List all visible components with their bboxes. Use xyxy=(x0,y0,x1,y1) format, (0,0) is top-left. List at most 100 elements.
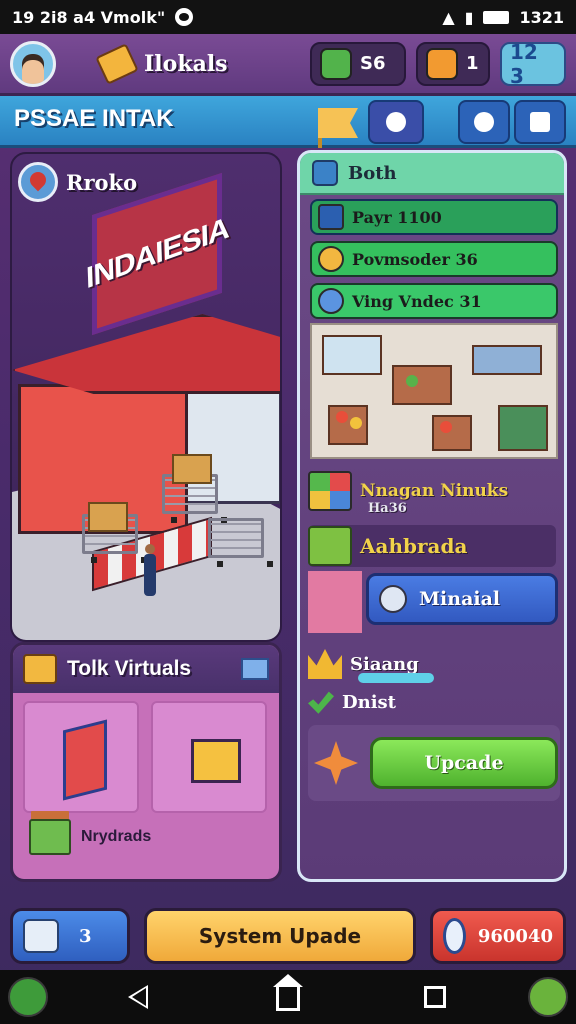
tag-icon xyxy=(95,42,139,85)
virtuals-panel: Tolk Virtuals Nrydrads xyxy=(10,642,282,882)
signal-icon: ▮ xyxy=(464,7,474,27)
tab-share[interactable] xyxy=(514,100,566,144)
blocks-icon xyxy=(308,471,352,511)
item-label: Siaang xyxy=(350,653,419,675)
stat-label: Povmsoder 36 xyxy=(352,249,478,269)
back-icon[interactable] xyxy=(128,985,148,1009)
notification-icon xyxy=(175,8,194,26)
status-time-text: 19 2i8 a4 Vmolk" xyxy=(12,7,166,27)
info-header-icon xyxy=(312,160,338,186)
app-shortcut-icon[interactable] xyxy=(528,977,568,1017)
info-panel-title: Both xyxy=(348,162,397,184)
status-clock: 1321 xyxy=(519,7,564,27)
tab-shield[interactable] xyxy=(368,100,424,144)
store-interior-image xyxy=(310,323,558,459)
info-panel: Both Payr 1100 Povmsoder 36 Ving Vndec 3… xyxy=(297,150,567,882)
search-value: 960040 xyxy=(477,925,553,947)
inventory-button[interactable]: 3 xyxy=(10,908,130,964)
fruit-dot xyxy=(406,375,418,387)
item-subtitle: Ha36 xyxy=(368,501,407,516)
bottom-action-bar: 3 System Upade 960040 xyxy=(0,900,576,970)
gem-icon xyxy=(379,585,407,613)
upgrade-button[interactable]: Upcade xyxy=(370,737,558,789)
crown-icon xyxy=(308,649,342,679)
virtuals-footer[interactable]: Nrydrads xyxy=(29,819,151,855)
card-icon xyxy=(63,719,107,801)
compass-icon xyxy=(474,112,494,132)
pink-swatch xyxy=(308,571,362,633)
section-banner: PSSAE INTAK xyxy=(0,96,576,148)
wifi-icon: ▲ xyxy=(442,7,455,27)
tab-compass[interactable] xyxy=(458,100,510,144)
box-icon xyxy=(191,739,241,783)
virtuals-title: Tolk Virtuals xyxy=(67,657,192,680)
gems-counter[interactable]: 12 3 xyxy=(500,39,566,88)
crate-shape xyxy=(498,405,548,451)
mineral-button[interactable]: Minaial xyxy=(366,573,558,625)
search-value-button[interactable]: 960040 xyxy=(430,908,566,964)
location-pin-icon xyxy=(18,162,58,202)
stat-label: Ving Vndec 31 xyxy=(352,291,482,311)
stat-row-vendor[interactable]: Ving Vndec 31 xyxy=(310,283,558,319)
store-roof xyxy=(12,314,280,394)
gems-value: 12 3 xyxy=(510,39,538,88)
gift-icon xyxy=(23,654,57,684)
app-shortcut-icon[interactable] xyxy=(8,977,48,1017)
virtual-slot-card[interactable] xyxy=(23,701,139,813)
shelf-shape xyxy=(392,365,452,405)
system-update-button[interactable]: System Upade xyxy=(144,908,416,964)
home-icon[interactable] xyxy=(273,974,303,1011)
item-title: Nnagan Ninuks xyxy=(360,481,509,501)
item-row-nnagan[interactable]: Nnagan Ninuks Ha36 xyxy=(308,471,556,516)
crate-shape xyxy=(328,405,368,445)
inventory-count: 3 xyxy=(79,925,92,947)
avatar-face-icon xyxy=(22,59,44,84)
flag-icon[interactable] xyxy=(318,108,358,138)
stat-row-provider[interactable]: Povmsoder 36 xyxy=(310,241,558,277)
player-name: Ilokals xyxy=(144,50,228,77)
fruit-dot xyxy=(350,417,362,429)
cash-counter[interactable]: S6 xyxy=(310,41,406,86)
progress-pill xyxy=(358,673,434,683)
fruit-dot xyxy=(336,411,348,423)
item-row-dnist[interactable]: Dnist xyxy=(308,689,556,715)
store-panel[interactable]: Rroko INDAIESIA xyxy=(10,152,282,642)
store-location-label: Rroko xyxy=(66,169,138,195)
coin-icon xyxy=(318,246,344,272)
search-icon xyxy=(443,918,466,954)
crate-icon xyxy=(172,454,212,484)
shelf-shape xyxy=(472,345,542,375)
virtual-slot-box[interactable] xyxy=(151,701,267,813)
virtuals-footer-label: Nrydrads xyxy=(81,828,152,845)
crate-icon xyxy=(88,502,128,532)
gift-box-icon xyxy=(308,526,352,566)
top-bar: Ilokals S6 1 12 3 xyxy=(0,34,576,96)
status-bar: 19 2i8 a4 Vmolk" ▲ ▮ 1321 xyxy=(0,0,576,34)
box-icon xyxy=(426,47,458,80)
window-shape xyxy=(322,335,382,375)
recent-apps-icon[interactable] xyxy=(424,986,446,1008)
store-sign-text: INDAIESIA xyxy=(85,211,229,296)
cash-value: S6 xyxy=(360,53,386,74)
check-icon xyxy=(308,691,334,714)
item-row-aahbrada[interactable]: Aahbrada xyxy=(308,525,556,567)
crate-shape xyxy=(432,415,472,451)
item-label: Aahbrada xyxy=(360,534,468,558)
store-location[interactable]: Rroko xyxy=(18,162,137,202)
box-value: 1 xyxy=(466,53,479,74)
info-panel-header: Both xyxy=(300,153,564,195)
virtuals-header: Tolk Virtuals xyxy=(13,645,279,693)
stat-label: Payr 1100 xyxy=(352,207,442,227)
avatar[interactable] xyxy=(10,40,56,87)
pencil-icon xyxy=(318,288,344,314)
toilet-paper-icon xyxy=(23,919,59,953)
item-label: Dnist xyxy=(342,691,396,713)
shield-icon xyxy=(386,112,406,132)
fruit-dot xyxy=(440,421,452,433)
mail-icon[interactable] xyxy=(241,658,269,680)
stat-row-pay[interactable]: Payr 1100 xyxy=(310,199,558,235)
upgrade-button-label: Upcade xyxy=(424,752,504,774)
shopping-cart-icon xyxy=(208,518,273,567)
mineral-button-label: Minaial xyxy=(419,588,501,610)
box-counter[interactable]: 1 xyxy=(416,41,490,86)
